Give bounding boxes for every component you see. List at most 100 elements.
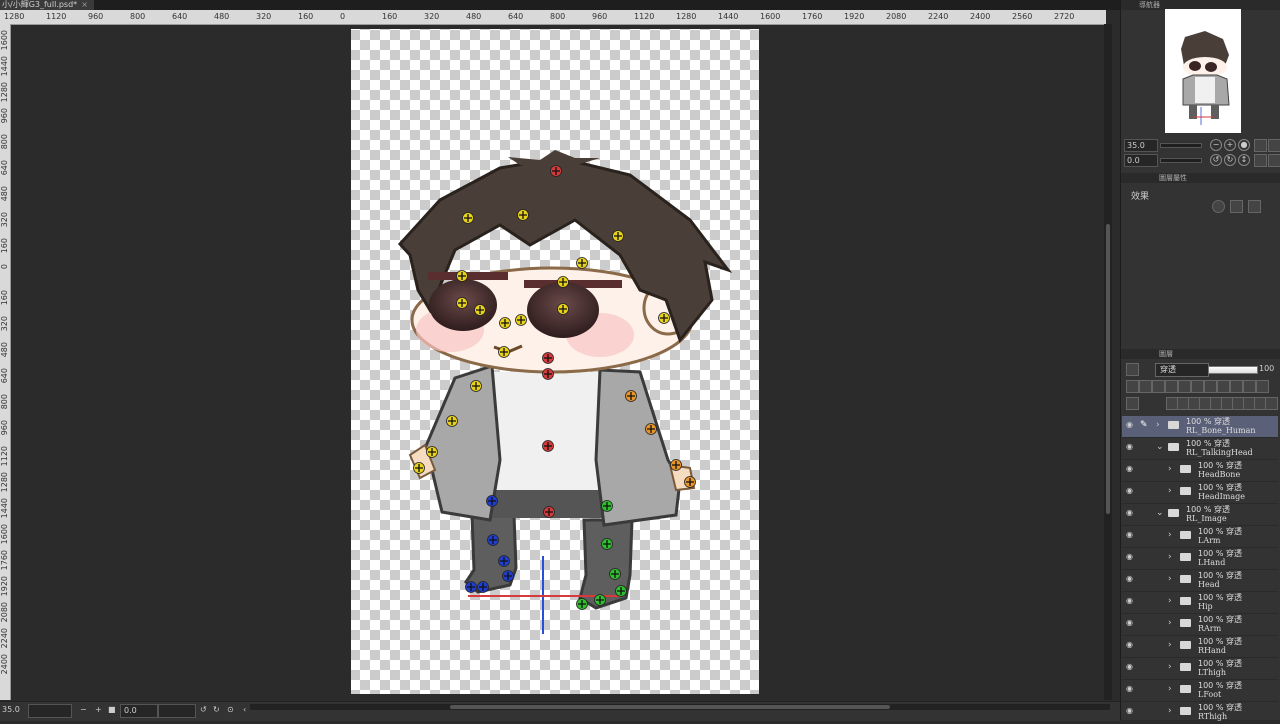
bone-joint-marker[interactable] [542,352,554,364]
layer-row[interactable]: ◉ › 100 % 穿透 RHand [1122,636,1278,658]
visibility-eye-icon[interactable]: ◉ [1126,421,1136,429]
tone-effect-icon[interactable] [1230,200,1243,213]
layer-row[interactable]: ◉ ⌄ 100 % 穿透 RL_TalkingHead [1122,438,1278,460]
visibility-eye-icon[interactable]: ◉ [1126,443,1136,451]
document-tab[interactable]: 小/小輝G3_full.psd* × [0,0,94,10]
lock-icon[interactable] [1165,380,1178,393]
navigator-thumbnail[interactable] [1165,9,1241,133]
layer-row[interactable]: ◉ › 100 % 穿透 LFoot [1122,680,1278,702]
visibility-eye-icon[interactable]: ◉ [1126,685,1136,693]
zoom-in-icon[interactable]: + [1224,139,1236,151]
rotation-box[interactable]: 0.0 [120,704,158,718]
fit-page-icon[interactable] [1268,139,1280,152]
close-tab-icon[interactable]: × [81,0,88,9]
chevron-right-icon[interactable]: › [1168,464,1172,474]
actual-size-icon[interactable]: ● [1238,139,1250,151]
layer-type-icon[interactable] [1126,363,1139,376]
layer-row[interactable]: ◉ › 100 % 穿透 LThigh [1122,658,1278,680]
navigator-rotation-slider[interactable] [1160,158,1202,163]
flip-horizontal-icon[interactable] [1254,154,1267,167]
visibility-eye-icon[interactable]: ◉ [1126,487,1136,495]
bone-joint-marker[interactable] [576,598,588,610]
zoom-slider[interactable] [28,704,72,718]
layer-row[interactable]: ◉ › 100 % 穿透 Head [1122,570,1278,592]
chevron-right-icon[interactable]: › [1168,486,1172,496]
bone-joint-marker[interactable] [515,314,527,326]
bone-joint-marker[interactable] [487,534,499,546]
bone-joint-marker[interactable] [625,390,637,402]
chevron-down-icon[interactable]: ⌄ [1156,508,1164,518]
bone-joint-marker[interactable] [612,230,624,242]
rotate-right-icon[interactable]: ↻ [213,705,220,714]
layer-row[interactable]: ◉ › 100 % 穿透 LArm [1122,526,1278,548]
bone-joint-marker[interactable] [517,209,529,221]
rotate-left-icon[interactable]: ↺ [200,705,207,714]
bone-joint-marker[interactable] [498,555,510,567]
canvas-area[interactable] [11,25,1104,699]
rotate-left-icon[interactable]: ↺ [1210,154,1222,166]
chevron-right-icon[interactable]: › [1168,640,1172,650]
fit-button[interactable]: ■ [108,705,116,714]
bone-joint-marker[interactable] [470,380,482,392]
visibility-eye-icon[interactable]: ◉ [1126,575,1136,583]
new-vector-icon[interactable] [1139,380,1152,393]
bone-joint-marker[interactable] [474,304,486,316]
bone-joint-marker[interactable] [550,165,562,177]
draft-icon[interactable] [1217,380,1230,393]
visibility-eye-icon[interactable]: ◉ [1126,465,1136,473]
chevron-down-icon[interactable]: ⌄ [1156,442,1164,452]
visibility-eye-icon[interactable]: ◉ [1126,597,1136,605]
layer-row[interactable]: ◉ › 100 % 穿透 RArm [1122,614,1278,636]
color-icon[interactable] [1243,380,1256,393]
bone-joint-marker[interactable] [543,506,555,518]
chevron-right-icon[interactable]: › [1168,618,1172,628]
zoom-value[interactable]: 35.0 [2,705,20,714]
reset-rotation-icon[interactable]: ↕ [1238,154,1250,166]
bone-joint-marker[interactable] [502,570,514,582]
bone-joint-marker[interactable] [426,446,438,458]
bone-joint-marker[interactable] [446,415,458,427]
zoom-out-button[interactable]: − [80,705,87,714]
opacity-value[interactable]: 100 [1259,364,1274,373]
canvas-svg[interactable] [11,25,1104,699]
bone-joint-marker[interactable] [462,212,474,224]
visibility-eye-icon[interactable]: ◉ [1126,641,1136,649]
visibility-eye-icon[interactable]: ◉ [1126,619,1136,627]
bone-joint-marker[interactable] [413,462,425,474]
layer-row[interactable]: ◉ › 100 % 穿透 Hip [1122,592,1278,614]
bone-joint-marker[interactable] [670,459,682,471]
layer-row[interactable]: ◉ › 100 % 穿透 RL_Bone_Human ✎ [1122,416,1278,438]
bone-joint-marker[interactable] [557,276,569,288]
new-raster-icon[interactable] [1126,380,1139,393]
layer-row[interactable]: ◉ › 100 % 穿透 LHand [1122,548,1278,570]
chevron-right-icon[interactable]: › [1168,684,1172,694]
chevron-right-icon[interactable]: › [1168,530,1172,540]
bone-joint-marker[interactable] [601,538,613,550]
chevron-right-icon[interactable]: › [1168,596,1172,606]
border-effect-icon[interactable] [1212,200,1225,213]
mask-icon[interactable] [1230,380,1243,393]
palette-icon[interactable] [1256,380,1269,393]
layer-row[interactable]: ◉ › 100 % 穿透 HeadImage [1122,482,1278,504]
pin-icon[interactable] [1152,380,1165,393]
flip-vertical-icon[interactable] [1268,154,1280,167]
bone-joint-marker[interactable] [465,581,477,593]
bone-joint-marker[interactable] [498,346,510,358]
bone-joint-marker[interactable] [542,368,554,380]
zoom-out-icon[interactable]: − [1210,139,1222,151]
layer-color-icon[interactable] [1248,200,1261,213]
visibility-eye-icon[interactable]: ◉ [1126,531,1136,539]
bone-joint-marker[interactable] [615,585,627,597]
layer-row[interactable]: ◉ ⌄ 100 % 穿透 RL_Image [1122,504,1278,526]
chevron-right-icon[interactable]: › [1156,420,1160,430]
fit-window-icon[interactable] [1254,139,1267,152]
chevron-right-icon[interactable]: › [1168,574,1172,584]
layer-row[interactable]: ◉ › 100 % 穿透 RThigh [1122,702,1278,724]
blend-mode-select[interactable]: 穿透 [1155,363,1209,377]
visibility-eye-icon[interactable]: ◉ [1126,509,1136,517]
bone-joint-marker[interactable] [658,312,670,324]
visibility-eye-icon[interactable]: ◉ [1126,663,1136,671]
opacity-slider[interactable] [1208,366,1258,374]
delete-layer-icon[interactable] [1265,397,1278,410]
layer-search-icon[interactable] [1126,397,1139,410]
